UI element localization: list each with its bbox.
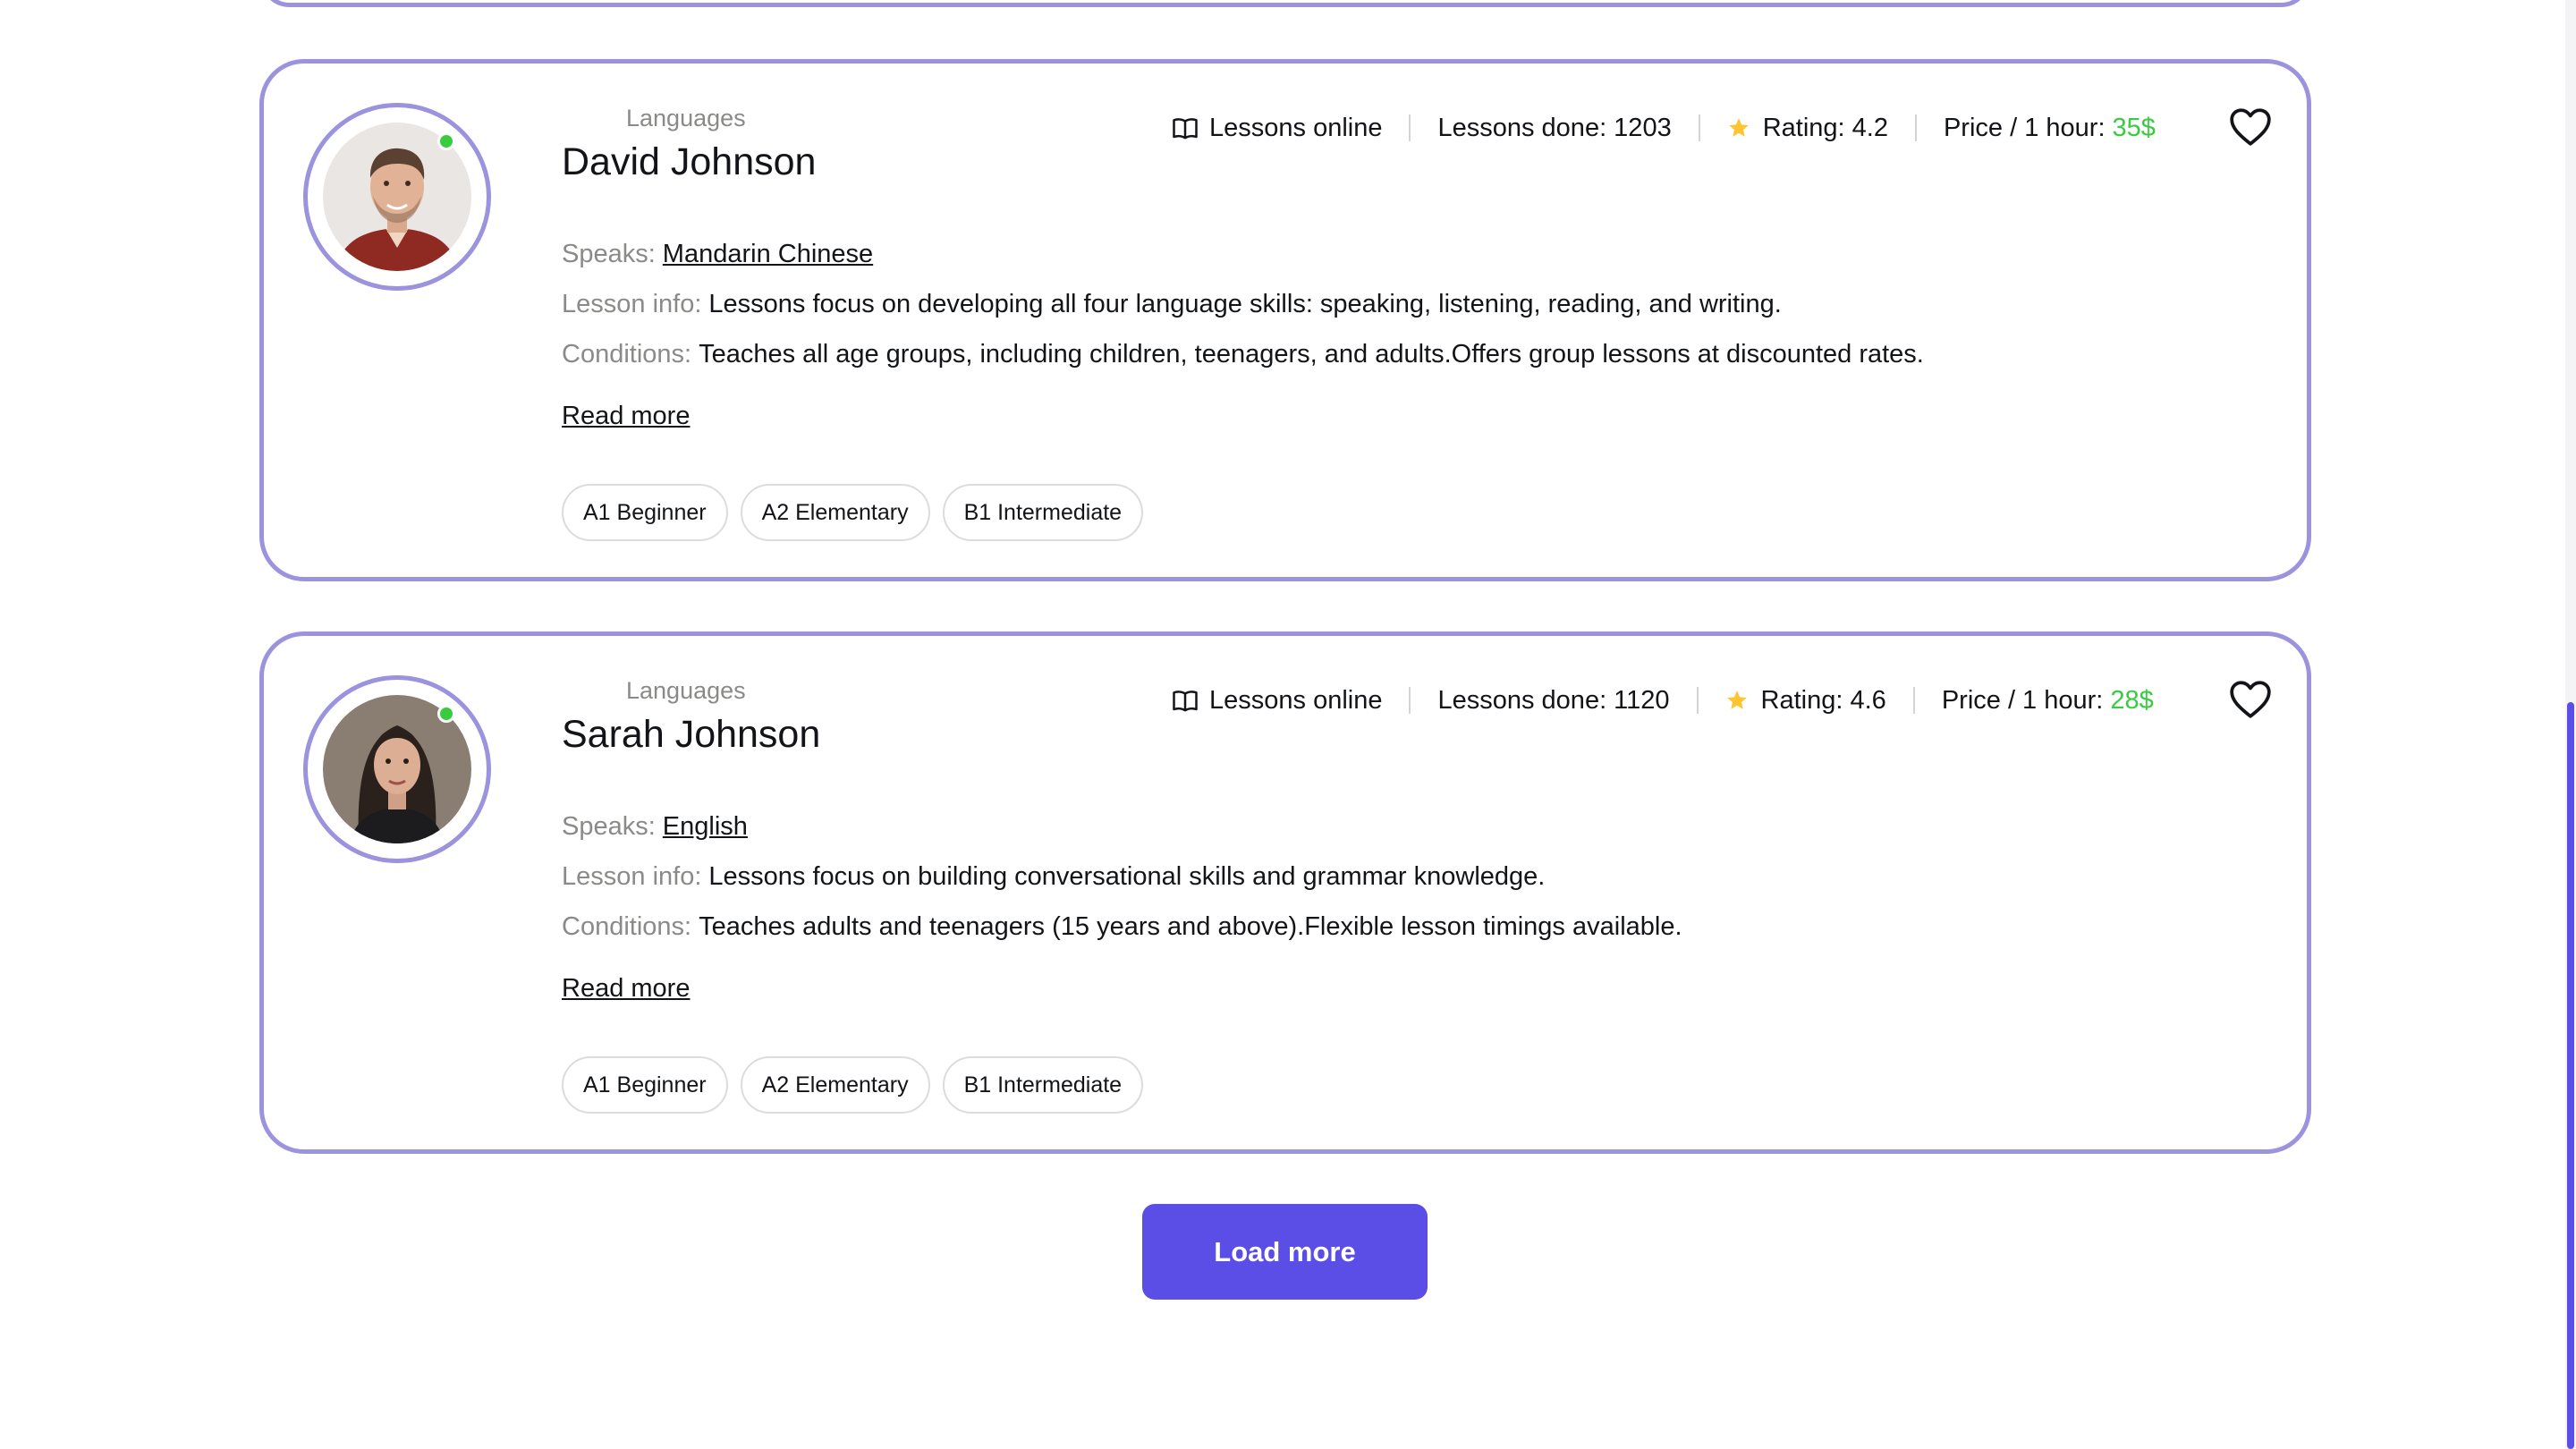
lessons-online-label: Lessons online xyxy=(1209,685,1383,715)
stat-divider xyxy=(1914,114,1917,141)
level-tag[interactable]: A2 Elementary xyxy=(740,1056,930,1114)
rating-label: Rating: 4.6 xyxy=(1760,685,1886,715)
stat-divider xyxy=(1696,687,1699,714)
stat-divider xyxy=(1912,687,1915,714)
stat-rating: Rating: 4.6 xyxy=(1725,686,1886,716)
stat-rating: Rating: 4.2 xyxy=(1727,114,1888,143)
lesson-info-label: Lesson info: xyxy=(562,862,702,891)
stat-lessons-done: Lessons done: 1203 xyxy=(1437,114,1671,143)
level-tag[interactable]: A2 Elementary xyxy=(740,484,930,541)
teacher-card: Languages Sarah Johnson Lessons online L… xyxy=(259,631,2311,1154)
avatar-ring xyxy=(303,103,491,291)
level-tags: A1 Beginner A2 Elementary B1 Intermediat… xyxy=(562,1056,1144,1114)
level-tag[interactable]: B1 Intermediate xyxy=(942,1056,1144,1114)
price-value: 28$ xyxy=(2110,685,2154,715)
rating-label: Rating: 4.2 xyxy=(1762,113,1888,142)
stat-lessons-online: Lessons online xyxy=(1172,114,1382,143)
lessons-done-label: Lessons done: 1203 xyxy=(1437,113,1672,142)
book-icon xyxy=(1173,691,1198,712)
online-status-dot xyxy=(437,132,455,150)
speaks-language-link[interactable]: English xyxy=(663,812,748,841)
level-tag[interactable]: A1 Beginner xyxy=(562,484,728,541)
heart-icon[interactable] xyxy=(2228,677,2273,722)
conditions-line: Conditions: Teaches adults and teenagers … xyxy=(562,912,1682,942)
lessons-online-label: Lessons online xyxy=(1209,113,1383,142)
stat-lessons-done: Lessons done: 1120 xyxy=(1437,686,1669,716)
speaks-label: Speaks: xyxy=(562,240,656,268)
previous-teacher-card-edge xyxy=(259,0,2311,7)
teachers-page: Languages David Johnson Lessons online L… xyxy=(0,0,2576,1449)
stat-divider xyxy=(1409,687,1411,714)
stat-price: Price / 1 hour: 28$ xyxy=(1942,686,2154,716)
speaks-line: Speaks: Mandarin Chinese xyxy=(562,240,873,269)
lessons-done-label: Lessons done: 1120 xyxy=(1437,685,1670,715)
speaks-label: Speaks: xyxy=(562,812,656,841)
teacher-stats: Lessons online Lessons done: 1120 Rating… xyxy=(1172,682,2154,718)
star-icon xyxy=(1728,118,1749,137)
heart-icon[interactable] xyxy=(2228,105,2273,149)
conditions-text: Teaches adults and teenagers (15 years a… xyxy=(699,912,1682,941)
stat-lessons-online: Lessons online xyxy=(1172,686,1382,716)
speaks-language-link[interactable]: Mandarin Chinese xyxy=(663,240,873,268)
online-status-dot xyxy=(437,705,455,723)
level-tag[interactable]: A1 Beginner xyxy=(562,1056,728,1114)
price-label: Price / 1 hour: xyxy=(1943,113,2106,142)
price-value: 35$ xyxy=(2112,113,2156,142)
teacher-name: David Johnson xyxy=(562,140,817,183)
conditions-label: Conditions: xyxy=(562,340,692,369)
read-more-link[interactable]: Read more xyxy=(562,974,690,1004)
teacher-name: Sarah Johnson xyxy=(562,713,821,756)
lesson-info-label: Lesson info: xyxy=(562,290,702,318)
teacher-category: Languages xyxy=(626,677,746,704)
conditions-text: Teaches all age groups, including childr… xyxy=(699,340,1924,369)
stat-price: Price / 1 hour: 35$ xyxy=(1944,114,2156,143)
teacher-card: Languages David Johnson Lessons online L… xyxy=(259,59,2311,581)
level-tag[interactable]: B1 Intermediate xyxy=(942,484,1144,541)
avatar-ring xyxy=(303,675,491,863)
teacher-stats: Lessons online Lessons done: 1203 Rating… xyxy=(1172,110,2156,146)
lesson-info-line: Lesson info: Lessons focus on building co… xyxy=(562,862,1545,892)
stat-divider xyxy=(1409,114,1411,141)
price-label: Price / 1 hour: xyxy=(1941,685,2104,715)
speaks-line: Speaks: English xyxy=(562,812,748,842)
conditions-line: Conditions: Teaches all age groups, inclu… xyxy=(562,340,1924,369)
lesson-info-line: Lesson info: Lessons focus on developing … xyxy=(562,290,1782,319)
level-tags: A1 Beginner A2 Elementary B1 Intermediat… xyxy=(562,484,1144,541)
star-icon xyxy=(1726,691,1747,709)
book-icon xyxy=(1173,118,1198,140)
stat-divider xyxy=(1698,114,1700,141)
load-more-button[interactable]: Load more xyxy=(1142,1204,1428,1300)
scrollbar-thumb[interactable] xyxy=(2567,702,2574,1449)
lesson-info-text: Lessons focus on developing all four lan… xyxy=(708,290,1782,318)
teacher-category: Languages xyxy=(626,105,746,131)
conditions-label: Conditions: xyxy=(562,912,692,941)
lesson-info-text: Lessons focus on building conversational… xyxy=(708,862,1546,891)
read-more-link[interactable]: Read more xyxy=(562,402,690,431)
